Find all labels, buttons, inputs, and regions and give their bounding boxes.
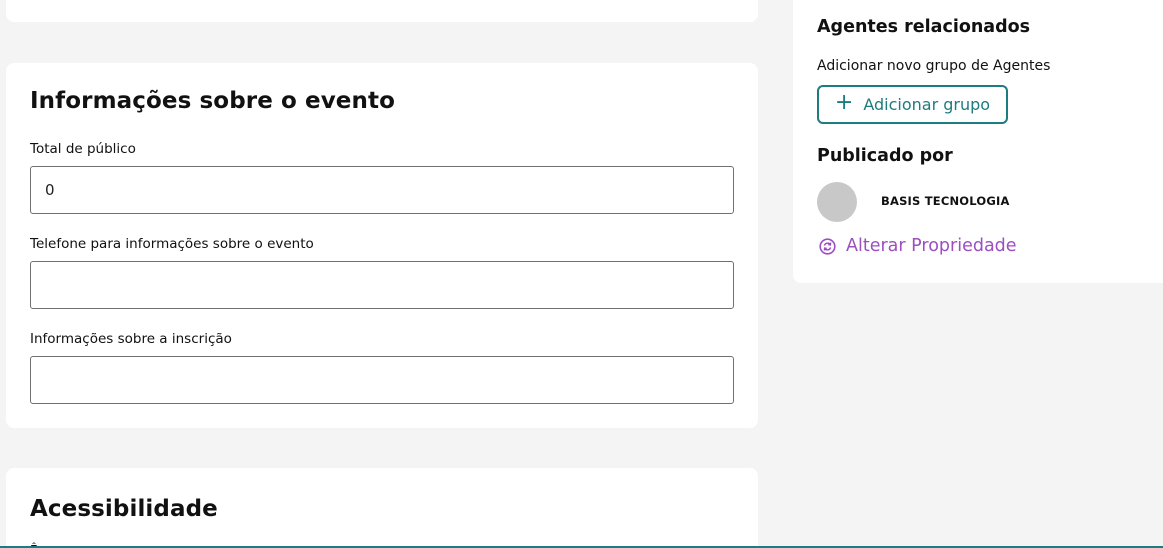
publisher-name[interactable]: BASIS TECNOLOGIA bbox=[881, 194, 1010, 208]
change-owner-label: Alterar Propriedade bbox=[846, 236, 1017, 256]
sidebar-card: Agentes relacionados Adicionar novo grup… bbox=[793, 0, 1163, 283]
previous-section-card bbox=[6, 0, 758, 22]
accessibility-card: Acessibilidade bbox=[6, 468, 758, 548]
event-info-title: Informações sobre o evento bbox=[30, 88, 395, 114]
phone-label: Telefone para informações sobre o evento bbox=[30, 236, 314, 252]
audience-label: Total de público bbox=[30, 141, 136, 157]
add-group-label: Adicionar grupo bbox=[863, 95, 991, 114]
change-owner-link[interactable]: Alterar Propriedade bbox=[819, 236, 1017, 256]
registration-input[interactable] bbox=[30, 356, 734, 404]
event-info-card: Informações sobre o evento Total de públ… bbox=[6, 63, 758, 428]
accessibility-title: Acessibilidade bbox=[30, 496, 218, 522]
registration-label: Informações sobre a inscrição bbox=[30, 331, 232, 347]
audience-input[interactable] bbox=[30, 166, 734, 214]
add-group-button[interactable]: + Adicionar grupo bbox=[817, 85, 1008, 124]
published-by-title: Publicado por bbox=[817, 146, 953, 166]
avatar[interactable] bbox=[817, 182, 857, 222]
plus-icon: + bbox=[834, 90, 854, 115]
add-group-hint: Adicionar novo grupo de Agentes bbox=[817, 58, 1051, 74]
phone-input[interactable] bbox=[30, 261, 734, 309]
related-agents-title: Agentes relacionados bbox=[817, 17, 1031, 37]
refresh-circle-icon bbox=[819, 237, 836, 255]
